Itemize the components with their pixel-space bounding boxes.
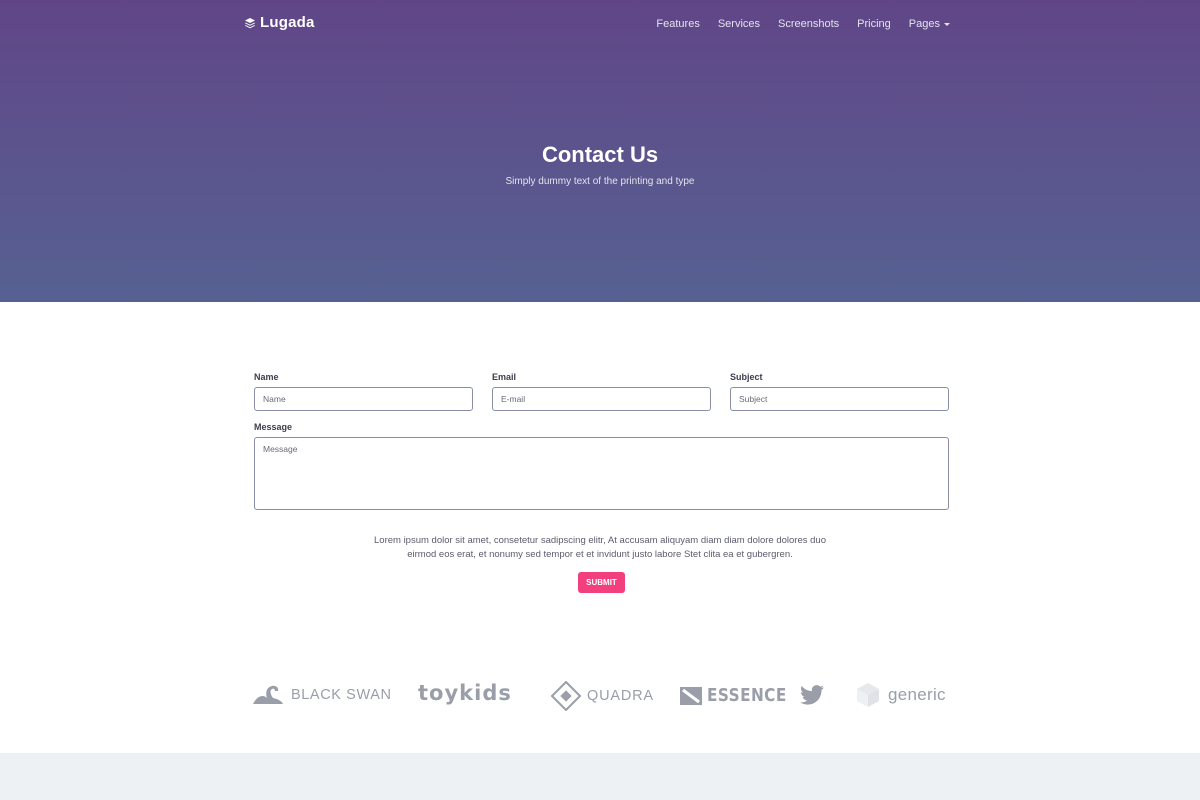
nav-link-screenshots[interactable]: Screenshots (778, 18, 839, 30)
client-logo-quadra[interactable]: QUADRA (550, 681, 654, 711)
page-subtitle: Simply dummy text of the printing and ty… (505, 176, 695, 187)
client-logo-essence-text: ESSENCE (707, 685, 787, 706)
client-logo-generic[interactable]: generic (856, 682, 946, 708)
nav-menu: Features Services Screenshots Pricing Pa… (638, 18, 950, 30)
client-logo-essence[interactable]: ESSENCE (680, 685, 801, 706)
client-logo-toykids[interactable]: toykids (418, 681, 512, 705)
nav-dropdown-pages[interactable]: Pages (909, 18, 950, 30)
form-disclaimer: Lorem ipsum dolor sit amet, consetetur s… (360, 534, 840, 562)
nav-link-services[interactable]: Services (718, 18, 760, 30)
nav-link-features[interactable]: Features (656, 18, 699, 30)
email-input[interactable] (492, 387, 711, 411)
message-textarea[interactable] (254, 437, 949, 510)
client-logo-quadra-text: QUADRA (587, 688, 654, 704)
nav-link-pricing[interactable]: Pricing (857, 18, 891, 30)
subject-label: Subject (730, 372, 763, 382)
page-title: Contact Us (541, 142, 659, 167)
flag-icon (680, 686, 702, 705)
message-label: Message (254, 422, 293, 432)
client-logo-black-swan[interactable]: BLACK SWAN (251, 684, 392, 706)
client-logo-black-swan-text: BLACK SWAN (291, 687, 392, 703)
form-disclaimer-line-1: Lorem ipsum dolor sit amet, consetetur s… (374, 535, 826, 546)
brand-logo[interactable]: Lugada (244, 14, 315, 31)
layers-icon (245, 17, 255, 28)
swan-icon (253, 685, 283, 704)
footer-section (0, 753, 1200, 800)
name-input[interactable] (254, 387, 473, 411)
submit-button[interactable]: SUBMIT (578, 572, 625, 593)
twitter-bird-icon (800, 685, 824, 705)
email-label: Email (492, 372, 517, 382)
client-logo-twitter[interactable] (800, 685, 824, 705)
diamond-square-icon (550, 681, 582, 711)
client-logo-generic-text: generic (888, 685, 946, 704)
hero-section: Lugada Features Services Screenshots Pri… (0, 0, 1200, 302)
form-disclaimer-line-2: eirmod eos erat, et nonumy sed tempor et… (407, 549, 793, 560)
subject-input[interactable] (730, 387, 949, 411)
client-logo-toykids-text: toykids (418, 681, 512, 705)
cube-icon (857, 683, 879, 707)
name-label: Name (254, 372, 279, 382)
navbar: Lugada Features Services Screenshots Pri… (244, 14, 950, 38)
nav-link-pages-label: Pages (908, 18, 940, 30)
caret-down-icon (944, 23, 950, 26)
brand-name: Lugada (260, 14, 315, 31)
